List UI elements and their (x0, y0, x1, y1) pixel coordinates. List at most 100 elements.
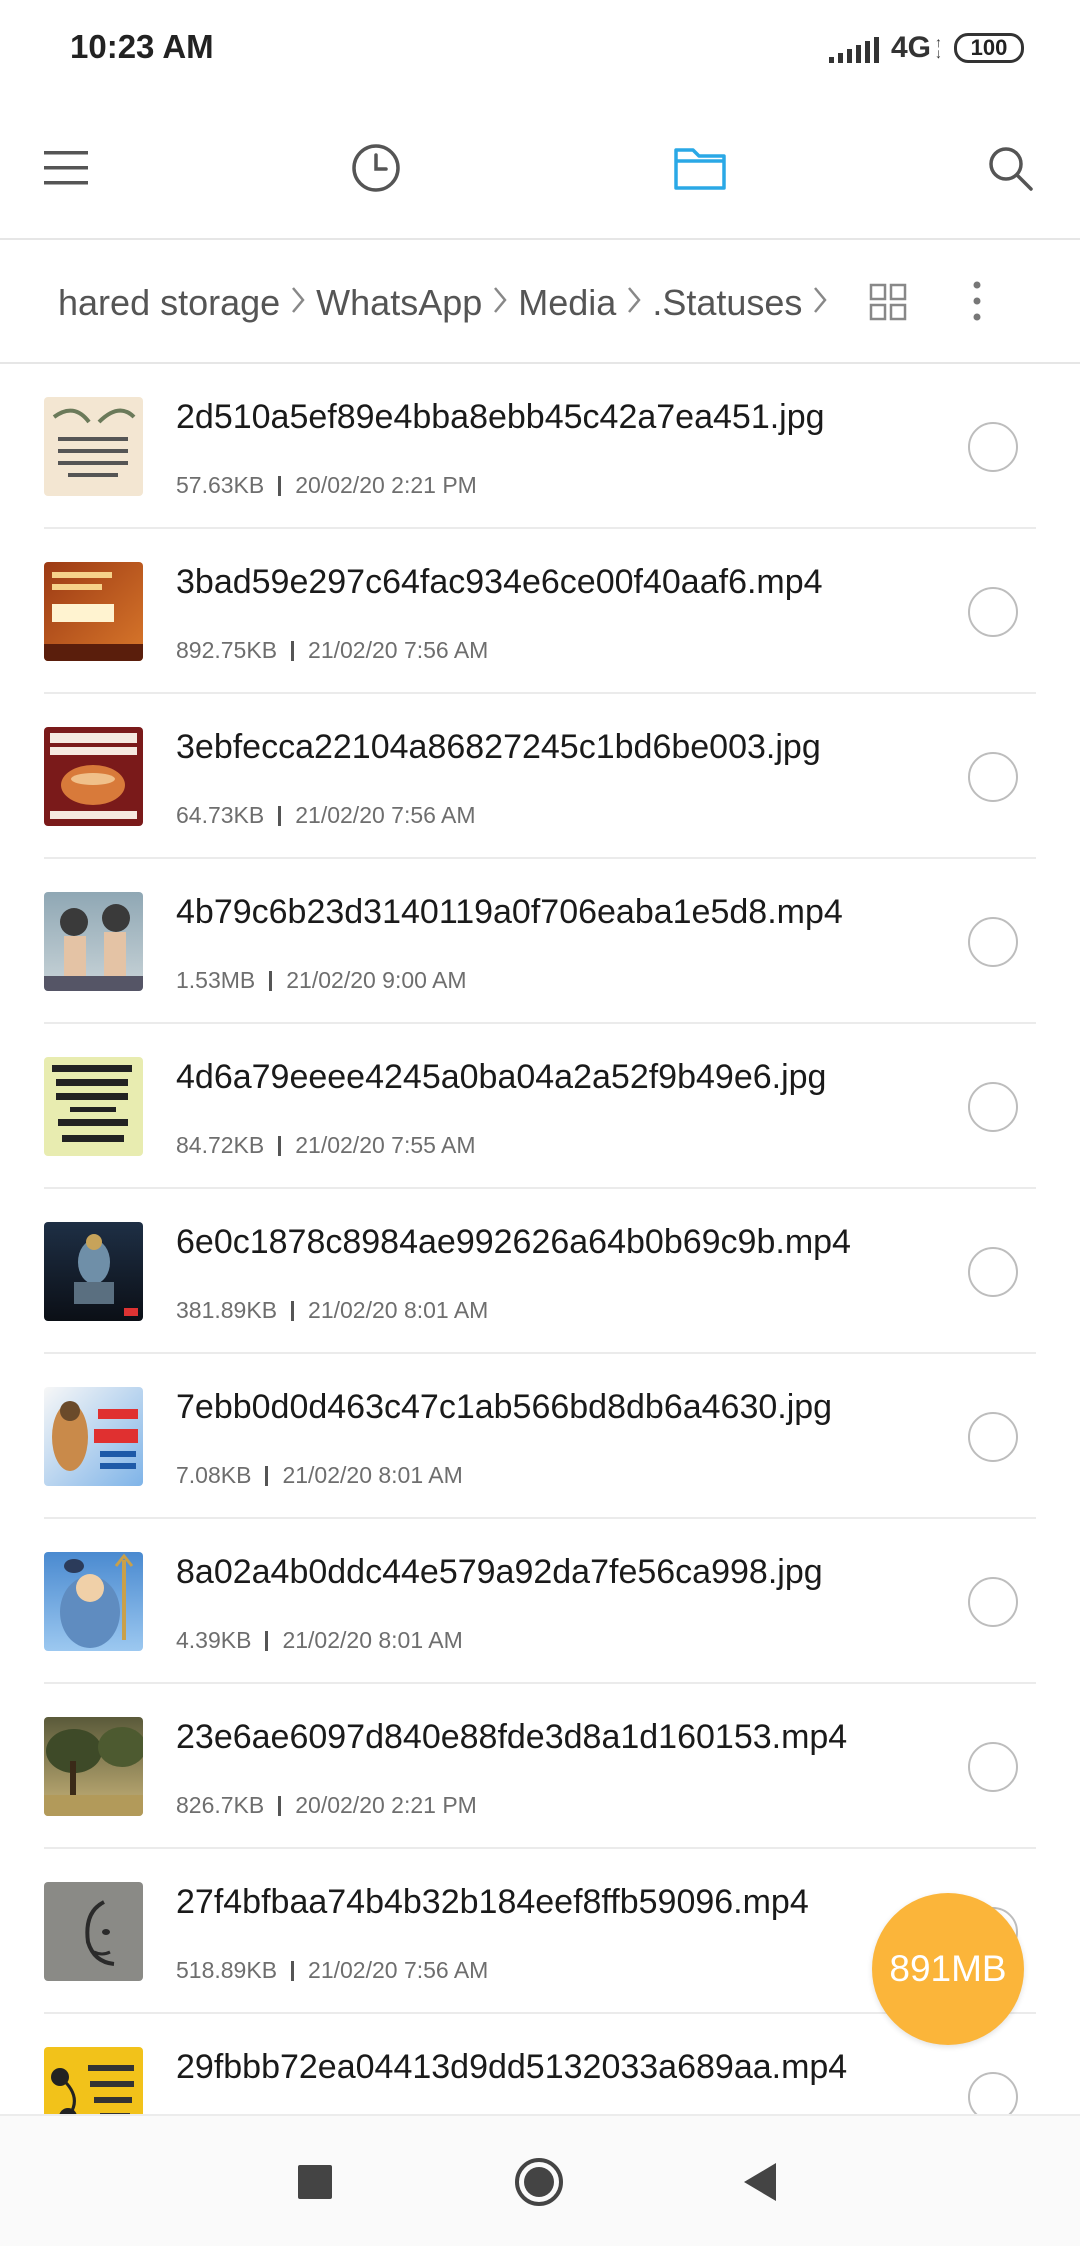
chevron-right-icon (812, 282, 828, 324)
file-thumbnail (44, 892, 143, 991)
status-indicators: 4G ↑ ↓ 100 (828, 28, 1024, 68)
file-row[interactable]: 23e6ae6097d840e88fde3d8a1d160153.mp4 826… (0, 1684, 1080, 1849)
file-meta: 57.63KB 20/02/20 2:21 PM (176, 472, 477, 499)
file-row[interactable]: 3bad59e297c64fac934e6ce00f40aaf6.mp4 892… (0, 529, 1080, 694)
file-size: 381.89KB (176, 1297, 278, 1323)
file-date: 21/02/20 7:55 AM (295, 1132, 476, 1158)
file-thumbnail (44, 2047, 143, 2114)
file-name: 3ebfecca22104a86827245c1bd6be003.jpg (176, 728, 821, 766)
file-row[interactable]: 8a02a4b0ddc44e579a92da7fe56ca998.jpg 4.3… (0, 1519, 1080, 1684)
file-name: 6e0c1878c8984ae992626a64b0b69c9b.mp4 (176, 1223, 851, 1261)
search-icon[interactable] (978, 136, 1042, 200)
file-date: 21/02/20 8:01 AM (282, 1462, 463, 1488)
meta-separator (278, 1795, 282, 1816)
file-name: 4b79c6b23d3140119a0f706eaba1e5d8.mp4 (176, 893, 843, 931)
meta-separator (278, 1135, 282, 1156)
file-meta: 4.39KB 21/02/20 8:01 AM (176, 1627, 463, 1654)
top-toolbar (0, 96, 1080, 240)
signal-icon (828, 33, 879, 63)
file-meta: 518.89KB 21/02/20 7:56 AM (176, 1957, 488, 1984)
file-row[interactable]: 3ebfecca22104a86827245c1bd6be003.jpg 64.… (0, 694, 1080, 859)
file-name: 29fbbb72ea04413d9dd5132033a689aa.mp4 (176, 2048, 848, 2086)
breadcrumb-item-statuses[interactable]: .Statuses (652, 282, 802, 324)
file-date: 20/02/20 2:21 PM (295, 1792, 477, 1818)
select-checkbox[interactable] (968, 1577, 1018, 1627)
select-checkbox[interactable] (968, 587, 1018, 637)
file-row[interactable]: 6e0c1878c8984ae992626a64b0b69c9b.mp4 381… (0, 1189, 1080, 1354)
select-checkbox[interactable] (968, 422, 1018, 472)
file-date: 21/02/20 7:56 AM (295, 802, 476, 828)
breadcrumb-item-shared-storage[interactable]: Shared storage (60, 282, 280, 324)
meta-separator (265, 1465, 269, 1486)
meta-separator (265, 1630, 269, 1651)
file-row[interactable]: 4b79c6b23d3140119a0f706eaba1e5d8.mp4 1.5… (0, 859, 1080, 1024)
clock-icon[interactable] (344, 136, 408, 200)
file-size: 826.7KB (176, 1792, 265, 1818)
breadcrumb-item-media[interactable]: Media (518, 282, 616, 324)
file-name: 8a02a4b0ddc44e579a92da7fe56ca998.jpg (176, 1553, 823, 1591)
file-meta: 1.53MB 21/02/20 9:00 AM (176, 967, 467, 994)
file-name: 23e6ae6097d840e88fde3d8a1d160153.mp4 (176, 1718, 848, 1756)
storage-usage-button[interactable]: 891MB (872, 1893, 1024, 2045)
more-options-icon[interactable] (962, 276, 992, 326)
file-size: 7.08KB (176, 1462, 252, 1488)
file-meta: 892.75KB 21/02/20 7:56 AM (176, 637, 488, 664)
file-size: 57.63KB (176, 472, 265, 498)
file-row[interactable]: 2d510a5ef89e4bba8ebb45c42a7ea451.jpg 57.… (0, 364, 1080, 529)
file-name: 7ebb0d0d463c47c1ab566bd8db6a4630.jpg (176, 1388, 833, 1426)
chevron-right-icon (290, 282, 306, 324)
file-thumbnail (44, 397, 143, 496)
meta-separator (291, 640, 295, 661)
select-checkbox[interactable] (968, 917, 1018, 967)
home-circle-icon[interactable] (513, 2156, 565, 2208)
file-name: 4d6a79eeee4245a0ba04a2a52f9b49e6.jpg (176, 1058, 827, 1096)
battery-icon: 100 (954, 33, 1024, 63)
recents-square-icon[interactable] (289, 2156, 341, 2208)
file-row[interactable]: 4d6a79eeee4245a0ba04a2a52f9b49e6.jpg 84.… (0, 1024, 1080, 1189)
file-thumbnail (44, 1882, 143, 1981)
select-checkbox[interactable] (968, 752, 1018, 802)
file-date: 21/02/20 8:01 AM (308, 1297, 489, 1323)
file-thumbnail (44, 562, 143, 661)
network-type: 4G (890, 31, 931, 64)
breadcrumb-bar: Shared storage WhatsApp Media .Statuses (0, 242, 1080, 364)
file-size: 892.75KB (176, 637, 278, 663)
meta-separator (278, 805, 282, 826)
file-meta: 84.72KB 21/02/20 7:55 AM (176, 1132, 476, 1159)
file-date: 20/02/20 2:21 PM (295, 472, 477, 498)
folder-icon[interactable] (668, 136, 732, 200)
meta-separator (291, 1300, 295, 1321)
file-meta: 64.73KB 21/02/20 7:56 AM (176, 802, 476, 829)
meta-separator (278, 475, 282, 496)
status-bar: 10:23 AM 4G ↑ ↓ 100 (0, 0, 1080, 96)
file-thumbnail (44, 727, 143, 826)
file-name: 3bad59e297c64fac934e6ce00f40aaf6.mp4 (176, 563, 823, 601)
file-date: 21/02/20 7:56 AM (308, 1957, 489, 1983)
file-row[interactable]: 7ebb0d0d463c47c1ab566bd8db6a4630.jpg 7.0… (0, 1354, 1080, 1519)
meta-separator (291, 1960, 295, 1981)
file-size: 1.53MB (176, 967, 256, 993)
status-time: 10:23 AM (70, 28, 214, 65)
file-thumbnail (44, 1057, 143, 1156)
file-name: 2d510a5ef89e4bba8ebb45c42a7ea451.jpg (176, 398, 825, 436)
file-size: 518.89KB (176, 1957, 278, 1983)
file-thumbnail (44, 1222, 143, 1321)
file-thumbnail (44, 1552, 143, 1651)
file-date: 21/02/20 7:56 AM (308, 637, 489, 663)
file-size: 84.72KB (176, 1132, 265, 1158)
select-checkbox[interactable] (968, 1412, 1018, 1462)
data-activity-icon: ↑ ↓ (935, 34, 942, 61)
select-checkbox[interactable] (968, 1082, 1018, 1132)
breadcrumb: Shared storage WhatsApp Media .Statuses (60, 242, 850, 362)
chevron-right-icon (626, 282, 642, 324)
select-checkbox[interactable] (968, 2072, 1018, 2114)
select-checkbox[interactable] (968, 1247, 1018, 1297)
select-checkbox[interactable] (968, 1742, 1018, 1792)
file-thumbnail (44, 1387, 143, 1486)
back-triangle-icon[interactable] (734, 2156, 786, 2208)
grid-view-icon[interactable] (868, 282, 908, 322)
menu-icon[interactable] (34, 136, 98, 200)
battery-level: 100 (970, 35, 1008, 60)
breadcrumb-item-whatsapp[interactable]: WhatsApp (316, 282, 482, 324)
file-date: 21/02/20 8:01 AM (282, 1627, 463, 1653)
